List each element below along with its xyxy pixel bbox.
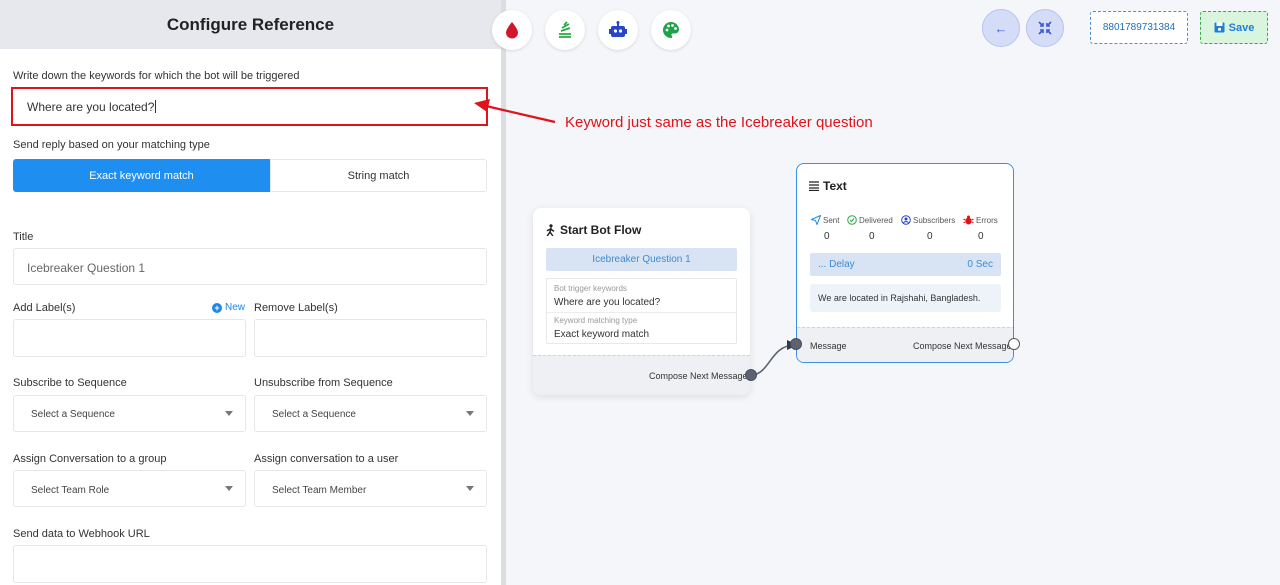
unsubscribe-sequence-select[interactable]: Select a Sequence [254,395,487,432]
trigger-keywords-card: Bot trigger keywords Where are you locat… [546,278,737,344]
check-circle-icon [847,215,857,225]
arrow-left-icon: ← [994,20,1008,36]
stat-delivered-value: 0 [869,231,875,242]
stat-delivered: Delivered [847,215,893,225]
stat-delivered-label: Delivered [859,215,893,225]
start-node-footer: Compose Next Message [533,355,750,395]
floppy-disk-icon [1214,22,1225,33]
match-type-label: Send reply based on your matching type [13,139,210,151]
chevron-down-icon [225,411,233,416]
drop-icon [506,22,518,39]
color-drop-button[interactable] [492,10,532,50]
stat-sent-value: 0 [824,231,830,242]
message-port-label: Message [810,341,847,351]
string-match-option[interactable]: String match [270,159,487,192]
team-member-value: Select Team Member [272,485,367,496]
annotation-arrow [474,99,556,124]
chevron-down-icon [466,486,474,491]
configure-reference-panel: Configure Reference Write down the keywo… [0,0,501,585]
walking-person-icon [546,224,555,236]
keywords-label: Write down the keywords for which the bo… [13,70,300,82]
bug-icon [963,215,974,225]
title-label: Title [13,231,34,243]
remove-labels-label: Remove Label(s) [254,302,338,314]
matching-type-label: Keyword matching type [554,316,638,325]
fit-view-button[interactable] [1026,9,1064,47]
robot-icon [609,21,627,37]
icebreaker-pill: Icebreaker Question 1 [546,248,737,271]
theme-button[interactable] [651,10,691,50]
webhook-label: Send data to Webhook URL [13,528,150,540]
trigger-keywords-value: Where are you located? [554,297,661,308]
delay-bar[interactable]: ... Delay 0 Sec [810,253,1001,276]
new-label-text: New [225,302,246,313]
start-bot-flow-node[interactable]: Start Bot Flow Icebreaker Question 1 Bot… [533,208,750,395]
team-role-select[interactable]: Select Team Role [13,470,246,507]
chevron-down-icon [466,411,474,416]
card-divider [547,312,736,313]
text-node-output-port[interactable] [1008,338,1020,350]
save-button[interactable]: Save [1200,11,1268,44]
stat-sent-label: Sent [823,215,840,225]
chevron-down-icon [225,486,233,491]
assign-user-label: Assign conversation to a user [254,453,399,465]
stat-subscribers: Subscribers [901,215,955,225]
align-justify-icon [809,181,819,191]
team-member-select[interactable]: Select Team Member [254,470,487,507]
panel-scrollbar[interactable] [501,0,506,585]
title-input-value: Icebreaker Question 1 [27,261,146,275]
text-node-footer: Message Compose Next Message [797,327,1013,362]
bot-button[interactable] [598,10,638,50]
phone-number-button[interactable]: 8801789731384 [1090,11,1188,44]
stack-button[interactable] [545,10,585,50]
plus-icon: + [212,302,222,313]
subscribe-sequence-label: Subscribe to Sequence [13,377,127,389]
text-message-node[interactable]: Text Sent Delivered Subscribers Errors 0… [796,163,1014,363]
subscribe-sequence-select[interactable]: Select a Sequence [13,395,246,432]
delay-value: 0 Sec [967,259,993,270]
save-label: Save [1228,21,1255,34]
stat-sent: Sent [811,215,839,225]
start-compose-next-label: Compose Next Message [649,371,748,381]
start-node-title: Start Bot Flow [545,223,641,237]
stat-errors-label: Errors [976,215,998,225]
text-compose-next-label: Compose Next Message [913,341,1012,351]
trigger-keywords-label: Bot trigger keywords [554,284,627,293]
text-node-title: Text [809,179,847,193]
subscribe-sequence-value: Select a Sequence [31,409,115,420]
compress-icon [1038,21,1052,35]
send-icon [811,215,821,225]
user-circle-icon [901,215,911,225]
title-input[interactable]: Icebreaker Question 1 [13,248,487,285]
matching-type-value: Exact keyword match [554,329,650,340]
stat-subscribers-value: 0 [927,231,933,242]
message-text[interactable]: We are located in Rajshahi, Bangladesh. [810,284,1001,312]
unsubscribe-sequence-label: Unsubscribe from Sequence [254,377,393,389]
add-labels-input[interactable] [13,319,246,357]
keywords-input-value: Where are you located? [27,100,157,114]
add-labels-label: Add Label(s) [13,302,76,314]
panel-title: Configure Reference [0,0,501,49]
stat-errors-value: 0 [978,231,984,242]
keywords-input[interactable]: Where are you located? [11,87,488,126]
palette-icon [663,22,679,38]
start-node-title-text: Start Bot Flow [560,223,642,237]
back-button[interactable]: ← [982,9,1020,47]
text-node-title-text: Text [823,179,847,193]
remove-labels-input[interactable] [254,319,487,357]
webhook-url-input[interactable] [13,545,487,583]
stack-icon [559,21,571,38]
annotation-text: Keyword just same as the Icebreaker ques… [565,114,873,131]
exact-keyword-match-option[interactable]: Exact keyword match [13,159,270,192]
team-role-value: Select Team Role [31,485,110,496]
delay-label: ... Delay [818,259,855,270]
new-label-link[interactable]: + New [212,302,245,313]
stat-errors: Errors [963,215,998,225]
text-node-input-port[interactable] [790,338,802,350]
start-node-output-port[interactable] [745,369,757,381]
unsubscribe-sequence-value: Select a Sequence [272,409,356,420]
assign-group-label: Assign Conversation to a group [13,453,167,465]
stat-subscribers-label: Subscribers [913,215,956,225]
